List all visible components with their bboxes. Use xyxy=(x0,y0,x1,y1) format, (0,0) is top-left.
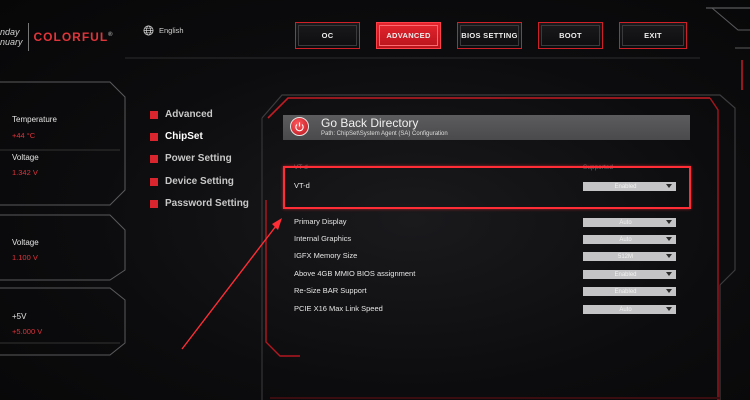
column-header-right: Supported xyxy=(583,164,613,171)
directory-path: Path: ChipSet\System Agent (SA) Configur… xyxy=(321,131,448,137)
back-circle-icon xyxy=(295,122,304,132)
setting-above-4gb-mmio-label: Above 4GB MMIO BIOS assignment xyxy=(294,269,416,278)
setting-igfx-memory-size-dropdown[interactable]: 512M xyxy=(583,252,676,261)
chevron-down-icon xyxy=(666,289,672,293)
category-bullet xyxy=(150,177,158,186)
tab-bios-setting-label: BIOS SETTING xyxy=(461,31,518,40)
logo-tagline: nday nuary xyxy=(0,27,23,47)
column-header-left: VT-d xyxy=(294,164,308,171)
tab-boot-label: BOOT xyxy=(559,31,582,40)
directory-title: Go Back Directory xyxy=(321,116,419,130)
category-device-setting-label: Device Setting xyxy=(165,176,234,187)
setting-resize-bar-value: Enabled xyxy=(614,288,637,295)
chevron-down-icon xyxy=(666,254,672,258)
tab-exit-label: EXIT xyxy=(644,31,662,40)
category-advanced[interactable]: Advanced xyxy=(150,109,213,120)
brand-name: COLORFUL® xyxy=(34,30,114,44)
monitor-voltage2-value: 1.100 V xyxy=(12,253,38,262)
setting-vt-d-dropdown[interactable]: Enabled xyxy=(583,182,676,191)
language-label: English xyxy=(159,26,184,35)
monitor-voltage-label: Voltage xyxy=(12,153,39,162)
brand-mark: ® xyxy=(108,32,114,38)
setting-vt-d-label: VT-d xyxy=(294,181,310,190)
language-selector[interactable]: English xyxy=(143,25,184,36)
setting-above-4gb-mmio-value: Enabled xyxy=(614,271,637,278)
monitor-temperature-label: Temperature xyxy=(12,115,57,124)
bios-screen: nday nuary COLORFUL® English OC ADVANCED… xyxy=(0,0,750,400)
setting-primary-display-label: Primary Display xyxy=(294,217,347,226)
setting-igfx-memory-size-label: IGFX Memory Size xyxy=(294,251,358,260)
setting-vt-d-value: Enabled xyxy=(614,183,637,190)
setting-internal-graphics-label: Internal Graphics xyxy=(294,234,352,243)
logo-divider xyxy=(27,23,29,51)
category-password-setting-label: Password Setting xyxy=(165,198,249,209)
tab-bios-setting[interactable]: BIOS SETTING xyxy=(457,22,522,49)
chevron-down-icon xyxy=(666,272,672,276)
monitor-voltage-value: 1.342 V xyxy=(12,168,38,177)
setting-resize-bar-label: Re-Size BAR Support xyxy=(294,286,367,295)
tab-oc-label: OC xyxy=(321,31,334,40)
setting-primary-display-dropdown[interactable]: Auto xyxy=(583,218,676,227)
logo-tagline-line1: nday xyxy=(0,27,20,37)
setting-pcie-x16-speed-dropdown[interactable]: Auto xyxy=(583,305,676,314)
category-bullet xyxy=(150,132,158,141)
monitor-temperature-value: +44 °C xyxy=(12,131,36,140)
category-password-setting[interactable]: Password Setting xyxy=(150,198,249,209)
brand-text: COLORFUL xyxy=(33,30,109,44)
setting-primary-display-value: Auto xyxy=(619,219,632,226)
chevron-down-icon xyxy=(666,237,672,241)
monitor-5v-label: +5V xyxy=(12,312,27,321)
setting-above-4gb-mmio-dropdown[interactable]: Enabled xyxy=(583,270,676,279)
category-bullet xyxy=(150,199,158,208)
category-advanced-label: Advanced xyxy=(165,109,213,120)
chevron-down-icon xyxy=(666,307,672,311)
category-chipset[interactable]: ChipSet xyxy=(150,131,203,142)
setting-pcie-x16-speed-value: Auto xyxy=(619,306,632,313)
monitor-voltage2-label: Voltage xyxy=(12,238,39,247)
setting-pcie-x16-speed-label: PCIE X16 Max Link Speed xyxy=(294,304,383,313)
tab-exit[interactable]: EXIT xyxy=(619,22,687,49)
chevron-down-icon xyxy=(666,220,672,224)
setting-internal-graphics-dropdown[interactable]: Auto xyxy=(583,235,676,244)
back-button[interactable] xyxy=(290,117,309,136)
setting-internal-graphics-value: Auto xyxy=(619,236,632,243)
tab-advanced[interactable]: ADVANCED xyxy=(376,22,441,49)
category-chipset-label: ChipSet xyxy=(165,131,203,142)
logo-tagline-line2: nuary xyxy=(0,37,23,47)
category-bullet xyxy=(150,154,158,163)
category-power-setting-label: Power Setting xyxy=(165,153,232,164)
category-device-setting[interactable]: Device Setting xyxy=(150,176,234,187)
setting-igfx-memory-size-value: 512M xyxy=(617,253,633,260)
category-power-setting[interactable]: Power Setting xyxy=(150,153,232,164)
setting-resize-bar-dropdown[interactable]: Enabled xyxy=(583,287,676,296)
brand-logo: nday nuary COLORFUL® xyxy=(0,23,114,51)
chevron-down-icon xyxy=(666,184,672,188)
tab-advanced-label: ADVANCED xyxy=(386,31,431,40)
category-bullet xyxy=(150,110,158,119)
tab-boot[interactable]: BOOT xyxy=(538,22,603,49)
tab-oc[interactable]: OC xyxy=(295,22,360,49)
monitor-5v-value: +5.000 V xyxy=(12,327,43,336)
globe-icon xyxy=(143,25,154,36)
